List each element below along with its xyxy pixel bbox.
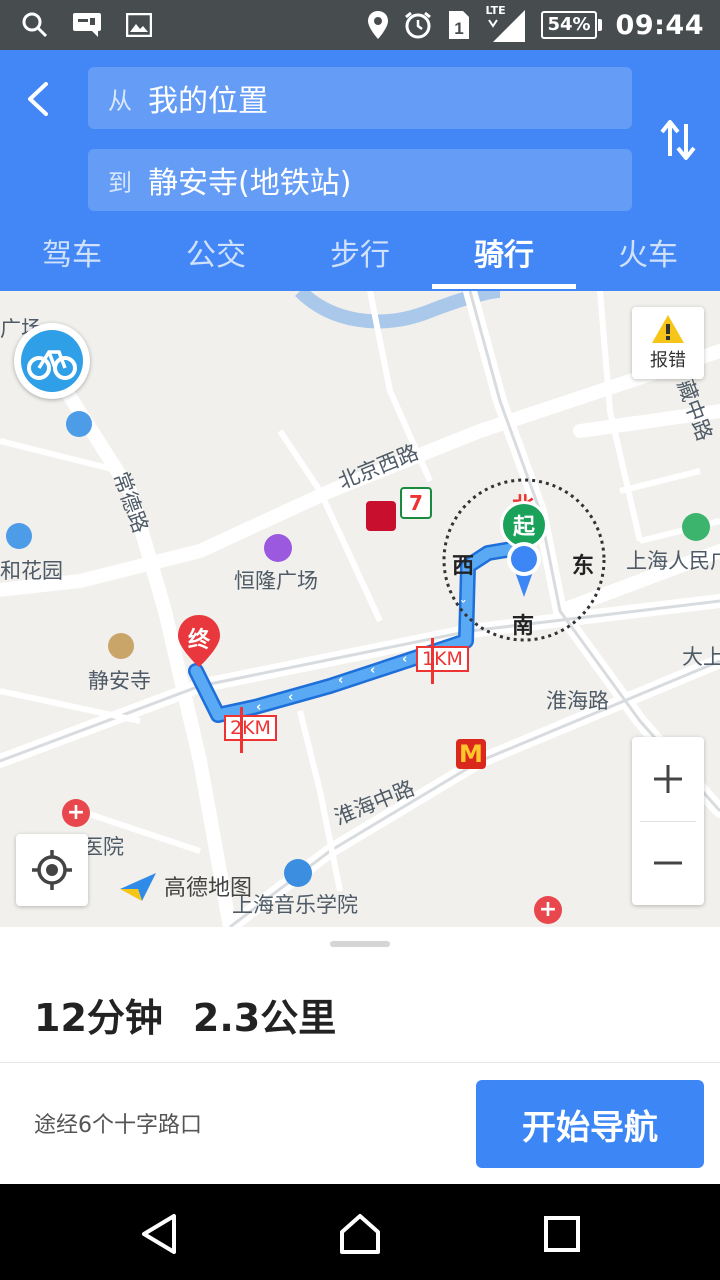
map-label: 淮海路 — [546, 689, 609, 713]
end-marker-label: 终 — [187, 628, 210, 653]
mcdonalds-icon: M — [456, 739, 486, 769]
transport-mode-tabs: 驾车 公交 步行 骑行 火车 — [0, 228, 720, 291]
shopping-icon — [264, 534, 292, 562]
signal-icon: LTE — [485, 4, 527, 44]
route-summary: 12分钟 2.3公里 — [34, 987, 336, 1042]
end-marker: 终 — [176, 613, 222, 669]
divider — [0, 1062, 720, 1063]
km-marker-1-post — [431, 638, 434, 684]
map-label: 大上 — [682, 645, 720, 669]
battery-indicator: 54% — [541, 11, 602, 39]
amap-logo-icon — [120, 873, 156, 901]
home-nav-icon[interactable] — [338, 1212, 382, 1256]
km-marker-2: 2KM — [224, 715, 277, 741]
zoom-in-button[interactable] — [632, 737, 704, 821]
alarm-icon — [405, 11, 432, 39]
chevron-left-icon — [28, 82, 48, 116]
map-view[interactable]: ‹‹‹ ‹‹ˇ 北 东 南 西 起 终 1KM 2KM 7 M + + 北京西路… — [0, 291, 720, 927]
route-duration: 12分钟 — [34, 996, 163, 1040]
back-button[interactable] — [18, 78, 60, 120]
tab-drive[interactable]: 驾车 — [0, 228, 144, 291]
amap-logo: 高德地图 — [118, 869, 252, 903]
zoom-controls — [632, 737, 704, 905]
tab-bike[interactable]: 骑行 — [432, 228, 576, 291]
locate-me-button[interactable] — [16, 834, 88, 906]
minus-icon — [654, 861, 682, 865]
school-icon — [284, 859, 312, 887]
svg-text:‹: ‹ — [370, 663, 375, 678]
svg-text:‹: ‹ — [402, 652, 407, 667]
sim-icon: 1 — [449, 11, 470, 39]
battery-level: 54% — [541, 11, 597, 39]
origin-value: 我的位置 — [148, 84, 268, 119]
compass-east: 东 — [572, 554, 595, 579]
back-nav-icon[interactable] — [138, 1212, 182, 1256]
status-bar: 1 LTE 54% 09:44 — [0, 0, 720, 50]
compass-south: 南 — [512, 614, 535, 639]
map-label: 医院 — [82, 835, 124, 859]
tab-train[interactable]: 火车 — [576, 228, 720, 291]
kfc-icon — [366, 501, 396, 531]
zoom-out-button[interactable] — [632, 821, 704, 905]
start-navigation-button[interactable]: 开始导航 — [476, 1080, 704, 1168]
plus-icon — [654, 765, 682, 793]
metro-icon — [108, 633, 134, 659]
seven-eleven-icon: 7 — [400, 487, 432, 519]
svg-text:‹: ‹ — [338, 673, 343, 688]
map-label: 静安寺 — [88, 669, 151, 693]
svg-text:1: 1 — [455, 19, 464, 38]
route-via-info: 途经6个十字路口 — [34, 1113, 202, 1138]
building-icon — [6, 523, 32, 549]
destination-field[interactable]: 到 静安寺(地铁站) — [88, 149, 632, 211]
map-label: 上海人民广 — [626, 549, 720, 573]
origin-field[interactable]: 从 我的位置 — [88, 67, 632, 129]
swap-route-button[interactable] — [658, 116, 698, 164]
destination-prefix: 到 — [108, 168, 132, 197]
current-location-icon — [507, 542, 541, 597]
clock: 09:44 — [615, 9, 704, 41]
compass-west: 西 — [452, 554, 475, 579]
search-icon — [18, 8, 52, 42]
route-summary-panel: 12分钟 2.3公里 途经6个十字路口 开始导航 — [0, 927, 720, 1184]
hospital-icon: + — [62, 799, 90, 827]
destination-value: 静安寺(地铁站) — [148, 166, 352, 201]
start-marker-label: 起 — [512, 515, 535, 540]
km-marker-2-post — [240, 707, 243, 753]
report-error-label: 报错 — [650, 350, 686, 371]
hospital-icon: + — [534, 896, 562, 924]
bicycle-icon — [21, 330, 83, 392]
amap-logo-text: 高德地图 — [164, 876, 253, 901]
svg-text:‹: ‹ — [288, 690, 293, 705]
route-header: 从 我的位置 到 静安寺(地铁站) 驾车 公交 步行 骑行 火车 — [0, 50, 720, 291]
route-distance: 2.3公里 — [192, 996, 337, 1040]
park-icon — [682, 513, 710, 541]
drag-handle[interactable] — [330, 941, 390, 947]
building-icon — [66, 411, 92, 437]
tab-transit[interactable]: 公交 — [144, 228, 288, 291]
bike-share-button[interactable] — [14, 323, 90, 399]
system-navigation-bar — [0, 1184, 720, 1280]
tab-walk[interactable]: 步行 — [288, 228, 432, 291]
image-icon — [122, 8, 156, 42]
swap-icon — [660, 120, 696, 160]
map-label: 和花园 — [0, 559, 63, 583]
crosshair-icon — [32, 850, 72, 890]
warning-icon — [652, 315, 684, 343]
location-icon — [368, 11, 389, 39]
map-label: 恒隆广场 — [234, 569, 318, 593]
recents-nav-icon[interactable] — [540, 1212, 584, 1256]
origin-prefix: 从 — [108, 86, 132, 115]
km-marker-1: 1KM — [416, 646, 469, 672]
message-icon — [70, 8, 104, 42]
svg-text:ˇ: ˇ — [460, 600, 467, 615]
report-error-button[interactable]: 报错 — [632, 307, 704, 379]
svg-text:‹: ‹ — [256, 700, 261, 715]
